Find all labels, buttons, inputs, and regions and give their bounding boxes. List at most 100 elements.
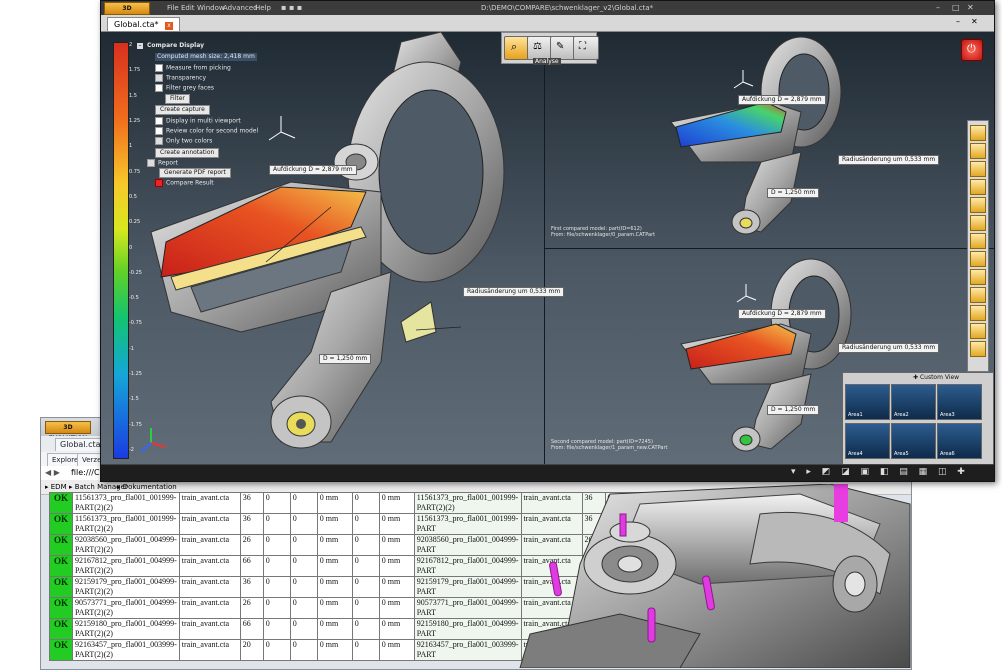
- annotation-d-main[interactable]: D = 1,250 mm: [319, 354, 372, 364]
- snap-button[interactable]: ⛶: [573, 36, 599, 60]
- power-button[interactable]: ⏻: [961, 39, 983, 61]
- table-cell-left-id: 90573771_pro_fla001_004999-PART(2)(2): [72, 597, 180, 619]
- table-cell-left-file: train_avant.cta: [178, 576, 241, 598]
- tool-button-13[interactable]: [970, 341, 986, 357]
- table-cell-left-n: 66: [239, 618, 264, 640]
- table-cell-z3: 0: [351, 555, 380, 577]
- axis-triad-br-icon: [736, 284, 757, 303]
- tab-close-window-icon[interactable]: ✕: [971, 17, 978, 26]
- view-thumb-1[interactable]: Area1: [845, 384, 890, 420]
- tool-button-2[interactable]: [970, 143, 986, 159]
- table-cell-left-n: 36: [239, 492, 264, 514]
- tool-button-11[interactable]: [970, 305, 986, 321]
- annotation-radius-main[interactable]: Radiusänderung um 0,533 mm: [463, 287, 565, 297]
- view-thumb-5[interactable]: Area5: [891, 423, 936, 459]
- menu-edit[interactable]: Edit: [181, 1, 195, 15]
- table-cell-z1: 0: [262, 639, 291, 661]
- tool-button-9[interactable]: [970, 269, 986, 285]
- table-cell-left-file: train_avant.cta: [178, 639, 241, 661]
- annotation-d-br[interactable]: D = 1,250 mm: [767, 405, 820, 415]
- doc-tab-global[interactable]: Global.cta* x: [107, 17, 181, 31]
- tool-button-1[interactable]: [970, 125, 986, 141]
- view-thumb-4[interactable]: Area4: [845, 423, 890, 459]
- custom-view-header[interactable]: ✚ Custom View: [913, 374, 959, 381]
- close-icon[interactable]: ✕: [967, 1, 974, 15]
- table-cell-status: OK: [49, 639, 73, 661]
- chassis-3d-model: [519, 484, 911, 668]
- table-cell-left-n: 26: [239, 534, 264, 556]
- main-part-model[interactable]: [131, 32, 551, 462]
- quick-access-icons[interactable]: ▪ ▪ ▪: [281, 1, 302, 15]
- view-thumb-3[interactable]: Area3: [937, 384, 982, 420]
- table-cell-left-file: train_avant.cta: [178, 618, 241, 640]
- table-cell-z2: 0: [289, 639, 318, 661]
- add-view-icon[interactable]: ✚: [913, 374, 918, 381]
- table-cell-z2: 0: [289, 555, 318, 577]
- table-cell-left-file: train_avant.cta: [178, 513, 241, 535]
- tab-minimize-icon[interactable]: –: [956, 17, 960, 26]
- tool-button-4[interactable]: [970, 179, 986, 195]
- tab-close-icon[interactable]: x: [165, 22, 174, 30]
- menu-window[interactable]: Window: [197, 1, 225, 15]
- table-cell-mm2: 0 mm: [378, 492, 415, 514]
- table-cell-z2: 0: [289, 618, 318, 640]
- table-cell-left-n: 26: [239, 597, 264, 619]
- table-cell-mm1: 0 mm: [316, 597, 353, 619]
- table-cell-z1: 0: [262, 597, 291, 619]
- table-cell-mm1: 0 mm: [316, 492, 353, 514]
- annotation-aufdickung-tr[interactable]: Aufdickung D = 2,879 mm: [738, 95, 826, 105]
- tool-button-3[interactable]: [970, 161, 986, 177]
- tool-button-10[interactable]: [970, 287, 986, 303]
- table-cell-z3: 0: [351, 513, 380, 535]
- back-logo: 3D EVOLUTION: [45, 421, 91, 442]
- table-cell-z2: 0: [289, 513, 318, 535]
- table-cell-z1: 0: [262, 492, 291, 514]
- table-cell-left-n: 20: [239, 639, 264, 661]
- table-cell-z3: 0: [351, 639, 380, 661]
- table-cell-z1: 0: [262, 618, 291, 640]
- annotation-aufdickung-br[interactable]: Aufdickung D = 2,879 mm: [738, 309, 826, 319]
- menu-help[interactable]: Help: [255, 1, 271, 15]
- table-cell-left-id: 92159180_pro_fla001_004999-PART(2)(2): [72, 618, 180, 640]
- view-thumb-2[interactable]: Area2: [891, 384, 936, 420]
- tool-button-8[interactable]: [970, 251, 986, 267]
- tool-button-6[interactable]: [970, 215, 986, 231]
- table-cell-z2: 0: [289, 597, 318, 619]
- document-tabstrip: Global.cta* x – ✕: [101, 15, 994, 32]
- table-cell-left-n: 36: [239, 576, 264, 598]
- minimize-icon[interactable]: –: [936, 1, 940, 15]
- table-cell-z1: 0: [262, 555, 291, 577]
- table-cell-mm2: 0 mm: [378, 639, 415, 661]
- power-icon: ⏻: [967, 42, 976, 55]
- annotation-d-tr[interactable]: D = 1,250 mm: [767, 188, 820, 198]
- table-cell-left-id: 92159179_pro_fla001_004999-PART(2)(2): [72, 576, 180, 598]
- window-title: D:\DEMO\COMPARE\schwenklager_v2\Global.c…: [481, 4, 654, 12]
- annotation-radius-tr[interactable]: Radiusänderung um 0,533 mm: [838, 155, 940, 165]
- menu-file[interactable]: File: [167, 1, 179, 15]
- annotation-aufdickung-main[interactable]: Aufdickung D = 2,879 mm: [269, 165, 357, 175]
- table-cell-left-id: 11561373_pro_fla001_001999-PART(2)(2): [72, 513, 180, 535]
- doc-tab-label: Global.cta*: [114, 20, 159, 29]
- view-thumb-6[interactable]: Area6: [937, 423, 982, 459]
- tool-button-5[interactable]: [970, 197, 986, 213]
- table-cell-status: OK: [49, 597, 73, 619]
- first-model-info: First compared model: part(ID=612) From:…: [551, 226, 655, 238]
- maximize-icon[interactable]: □: [952, 1, 960, 15]
- first-compared-model[interactable]: [661, 32, 861, 242]
- table-cell-z1: 0: [262, 513, 291, 535]
- table-cell-status: OK: [49, 576, 73, 598]
- table-cell-left-file: train_avant.cta: [178, 597, 241, 619]
- table-cell-status: OK: [49, 534, 73, 556]
- menu-advanced[interactable]: Advanced: [223, 1, 258, 15]
- main-titlebar: 3D EVOLUTION File Edit Window Advanced H…: [101, 1, 994, 23]
- 3d-viewport[interactable]: ⌕ ⚖ ✎ ⛶ Analyse ⏻ 2 1.75 1.5 1.25 1 0.75 0.5 0.…: [101, 32, 994, 466]
- table-cell-left-id: 92167812_pro_fla001_004999-PART(2)(2): [72, 555, 180, 577]
- tool-button-12[interactable]: [970, 323, 986, 339]
- table-cell-z3: 0: [351, 534, 380, 556]
- tool-button-7[interactable]: [970, 233, 986, 249]
- annotation-radius-br[interactable]: Radiusänderung um 0,533 mm: [838, 343, 940, 353]
- nav-arrows-icon[interactable]: ◀ ▶: [45, 468, 60, 477]
- table-cell-mm2: 0 mm: [378, 513, 415, 535]
- status-tool-icons[interactable]: ▾ ▸ ◩ ◪ ▣ ◧ ▤ ▦ ◫ ✚: [791, 467, 969, 477]
- app-logo: 3D EVOLUTION: [104, 2, 150, 23]
